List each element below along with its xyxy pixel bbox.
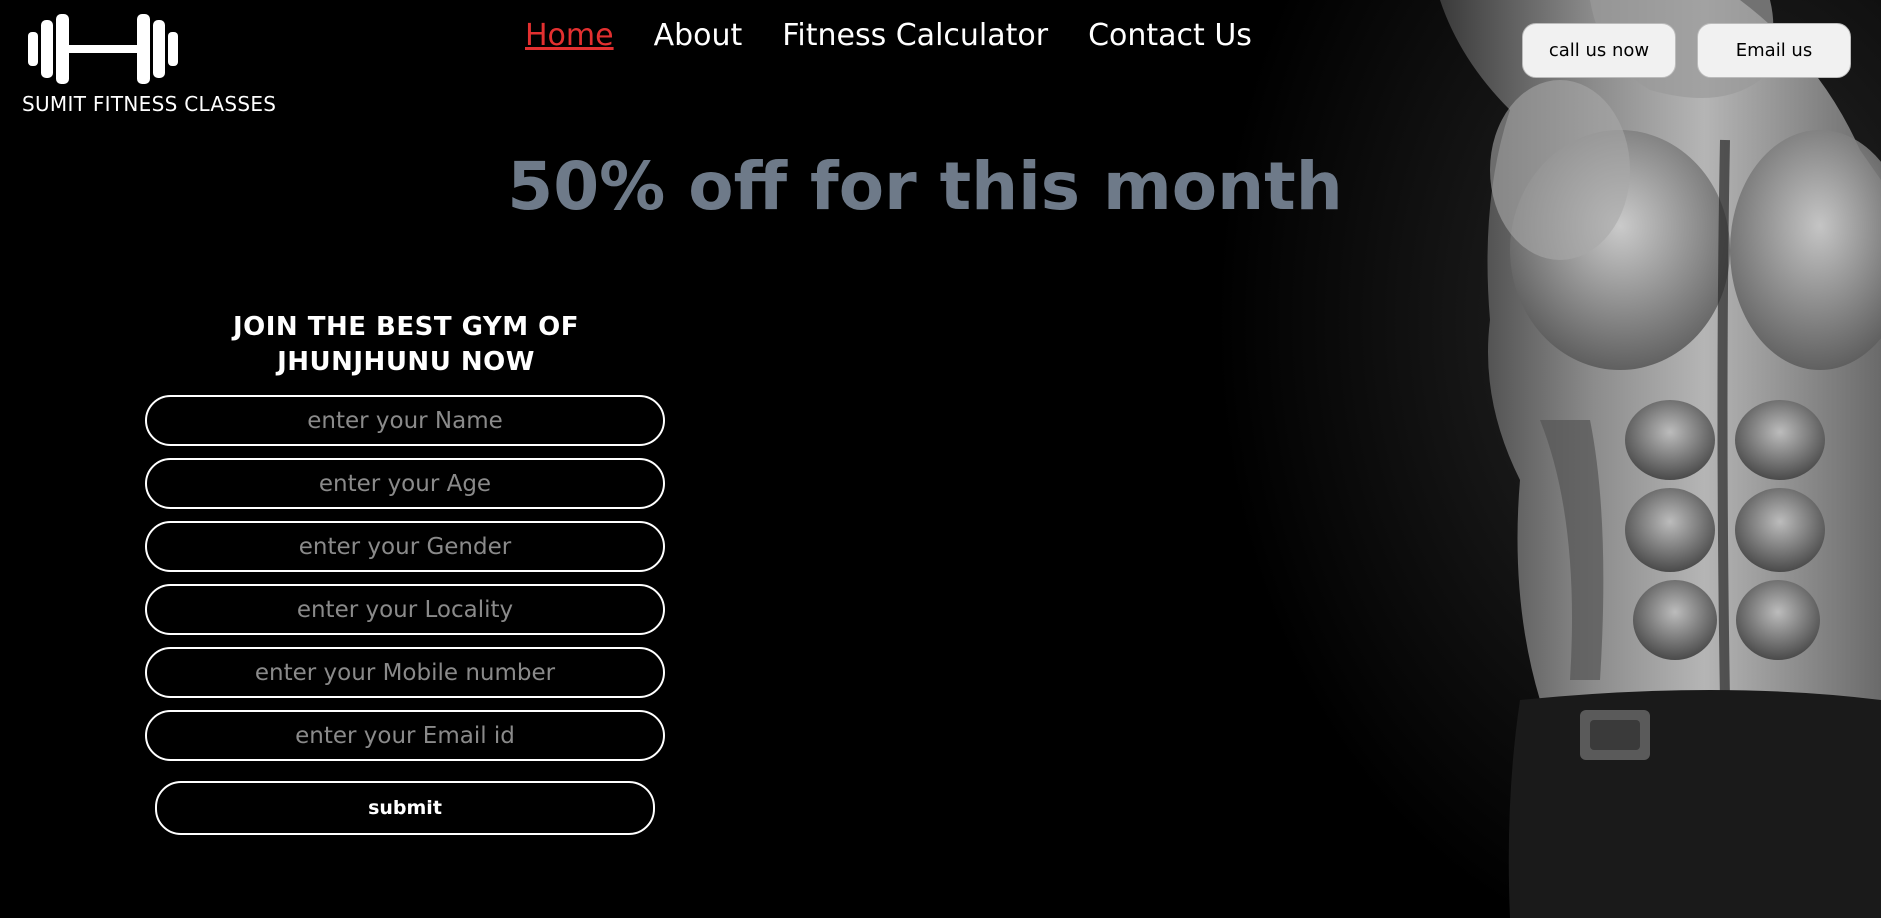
dumbbell-icon	[28, 14, 178, 84]
form-title: JOIN THE BEST GYM OF JHUNJHUNU NOW	[232, 312, 580, 377]
nav-about[interactable]: About	[654, 18, 743, 53]
nav-fitness-calculator[interactable]: Fitness Calculator	[782, 18, 1048, 53]
submit-button[interactable]: submit	[155, 781, 655, 835]
main-nav: Home About Fitness Calculator Contact Us	[525, 18, 1252, 53]
call-us-button[interactable]: call us now	[1522, 23, 1676, 78]
promo-heading: 50% off for this month	[507, 148, 1343, 225]
mobile-input[interactable]	[145, 647, 665, 698]
name-input[interactable]	[145, 395, 665, 446]
email-us-button[interactable]: Email us	[1697, 23, 1851, 78]
nav-home[interactable]: Home	[525, 18, 614, 53]
age-input[interactable]	[145, 458, 665, 509]
nav-contact-us[interactable]: Contact Us	[1088, 18, 1252, 53]
join-form: JOIN THE BEST GYM OF JHUNJHUNU NOW submi…	[145, 310, 667, 835]
brand-name: SUMIT FITNESS CLASSES	[22, 92, 277, 116]
hero-background-image	[1180, 0, 1881, 918]
email-input[interactable]	[145, 710, 665, 761]
page: SUMIT FITNESS CLASSES Home About Fitness…	[0, 0, 1881, 918]
locality-input[interactable]	[145, 584, 665, 635]
gender-input[interactable]	[145, 521, 665, 572]
